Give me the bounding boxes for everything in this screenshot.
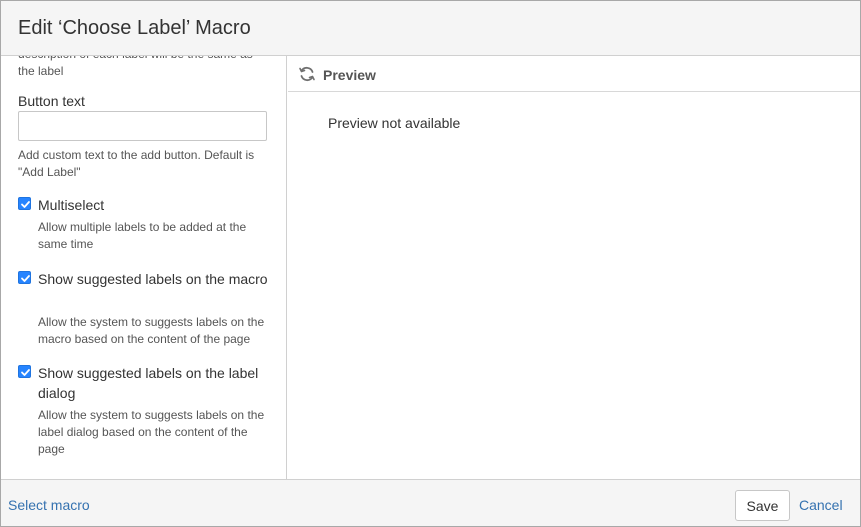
suggested-labels-dialog-help: Allow the system to suggests labels on t… — [38, 408, 265, 456]
checkmark-icon — [21, 369, 30, 376]
multiselect-help: Allow multiple labels to be added at the… — [38, 220, 247, 251]
macro-parameters-panel[interactable]: description of each label will be the sa… — [1, 56, 287, 479]
checkmark-icon — [21, 201, 30, 208]
select-macro-link[interactable]: Select macro — [8, 497, 90, 513]
save-button[interactable]: Save — [735, 490, 790, 521]
suggested-labels-macro-help: Allow the system to suggests labels on t… — [38, 315, 265, 346]
truncated-description: description of each label will be the sa… — [18, 56, 253, 78]
refresh-icon[interactable] — [298, 65, 316, 83]
preview-message: Preview not available — [328, 115, 461, 131]
checkmark-icon — [21, 275, 30, 282]
edit-macro-dialog: Edit ‘Choose Label’ Macro description of… — [0, 0, 861, 527]
button-text-help: Add custom text to the add button. Defau… — [18, 148, 255, 179]
cancel-link[interactable]: Cancel — [799, 497, 843, 513]
button-text-label: Button text — [18, 93, 85, 109]
suggested-labels-macro-checkbox[interactable] — [18, 271, 31, 284]
multiselect-checkbox[interactable] — [18, 197, 31, 210]
suggested-labels-macro-label[interactable]: Show suggested labels on the macro — [38, 269, 268, 289]
preview-header: Preview — [288, 56, 860, 92]
dialog-header: Edit ‘Choose Label’ Macro — [1, 1, 860, 56]
button-text-input[interactable] — [18, 111, 267, 141]
preview-panel: Preview Preview not available — [288, 56, 860, 479]
suggested-labels-dialog-checkbox[interactable] — [18, 365, 31, 378]
multiselect-label[interactable]: Multiselect — [38, 195, 268, 215]
dialog-title: Edit ‘Choose Label’ Macro — [18, 17, 251, 39]
suggested-labels-dialog-label[interactable]: Show suggested labels on the label dialo… — [38, 363, 268, 403]
preview-title: Preview — [323, 67, 376, 83]
dialog-footer: Select macro Save Cancel — [1, 479, 860, 526]
